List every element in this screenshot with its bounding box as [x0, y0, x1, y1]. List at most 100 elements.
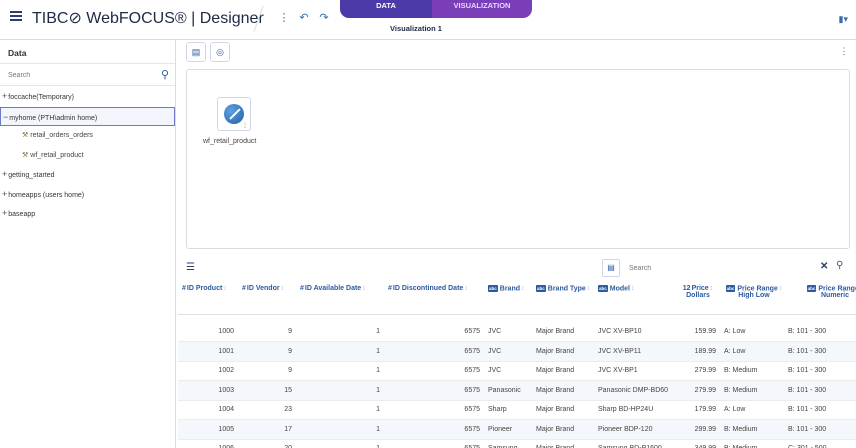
table-cell: 6575 — [384, 439, 484, 448]
close-icon[interactable]: ✕ — [820, 261, 828, 272]
tree-item-label: baseapp — [8, 211, 36, 218]
table-cell: 1004 — [178, 400, 238, 420]
more-vertical-icon[interactable]: ⋮ — [242, 122, 248, 129]
numeric-type-icon: # — [242, 285, 246, 292]
table-cell: 1002 — [178, 361, 238, 381]
column-header-label: Price — [691, 285, 709, 292]
tree-item[interactable]: +homeapps (users home) — [0, 185, 175, 205]
data-source-tile[interactable]: ⋮ — [217, 97, 251, 131]
table-cell: 1006 — [178, 439, 238, 448]
tree-item-label: retail_orders_orders — [30, 132, 93, 139]
search-icon[interactable]: ⚲ — [161, 68, 169, 81]
sort-icon[interactable]: ↕ — [521, 285, 525, 292]
sort-icon[interactable]: ↕ — [631, 285, 635, 292]
text-type-icon: abc — [725, 285, 736, 292]
tree-item-label: getting_started — [8, 172, 55, 179]
table-cell: 189.99 — [672, 341, 720, 362]
collapse-icon[interactable]: − — [3, 112, 8, 122]
expand-icon[interactable]: + — [2, 169, 7, 179]
table-row[interactable]: 1000 9 1 6575 JVC Major Brand JVC XV-BP10 159.9… — [178, 322, 856, 342]
expand-icon[interactable]: + — [2, 91, 7, 101]
column-header[interactable]: #ID Vendor↕ — [238, 280, 296, 315]
tab-visualization[interactable]: VISUALIZATION — [432, 0, 532, 18]
app-header: TIBC⊘ WebFOCUS® | Designer ⋮ ↶ ↷ DATA VI… — [0, 0, 856, 40]
table-cell: 9 — [238, 341, 296, 362]
table-cell: 349.99 — [672, 439, 720, 448]
table-row[interactable]: 1004 23 1 6575 Sharp Major Brand Sharp BD-HP24… — [178, 400, 856, 420]
table-cell: B: 101 - 300 — [784, 322, 856, 342]
sort-icon[interactable]: ↕ — [362, 285, 366, 292]
add-field-icon[interactable]: ▤ — [602, 259, 620, 277]
table-cell: Major Brand — [532, 380, 594, 401]
join-icon[interactable]: ◎ — [210, 42, 230, 62]
tree-item[interactable]: +baseapp — [0, 204, 175, 224]
column-header-sublabel: Dollars — [686, 292, 710, 299]
table-cell: 299.99 — [672, 419, 720, 440]
table-row[interactable]: 10062016575SamsungMajor BrandSamsung BD-… — [178, 439, 856, 448]
table-cell: 9 — [238, 361, 296, 381]
table-cell: B: Medium — [720, 361, 784, 381]
tab-data[interactable]: DATA — [340, 0, 432, 18]
column-header[interactable]: #ID Available Date↕ — [296, 280, 384, 315]
table-cell: 6575 — [384, 361, 484, 381]
column-header-label: ID Vendor — [246, 285, 280, 292]
table-row[interactable]: 1002 9 1 6575 JVC Major Brand JVC XV-BP1 279.99… — [178, 361, 856, 381]
table-cell: 1001 — [178, 341, 238, 362]
sort-icon[interactable]: ↕ — [710, 285, 714, 292]
tree-item[interactable]: −myhome (PTH\admin home) — [0, 106, 175, 126]
sort-icon[interactable]: ↕ — [281, 285, 285, 292]
table-cell: 1 — [296, 439, 384, 448]
sort-icon[interactable]: ↕ — [223, 285, 227, 292]
undo-icon[interactable]: ↶ — [298, 11, 310, 24]
table-cell: 6575 — [384, 400, 484, 420]
add-data-icon[interactable]: ▤ — [186, 42, 206, 62]
text-type-icon: abc — [536, 285, 546, 292]
redo-icon[interactable]: ↷ — [318, 11, 330, 24]
sort-icon[interactable]: ↕ — [779, 285, 783, 292]
data-search-input[interactable] — [4, 67, 154, 83]
data-search: ⚲ — [0, 64, 175, 86]
table-cell: Major Brand — [532, 322, 594, 342]
column-header[interactable]: abcPrice Range↕Numeric — [784, 280, 856, 315]
table-row[interactable]: 1001 9 1 6575 JVC Major Brand JVC XV-BP11 189.9… — [178, 341, 856, 362]
more-vertical-icon[interactable]: ⋮ — [838, 42, 850, 62]
column-header-label: ID Available Date — [304, 285, 362, 292]
column-header[interactable]: #ID Discontinued Date↕ — [384, 280, 484, 315]
table-row[interactable]: 1005 17 1 6575 Pioneer Major Brand Pioneer BDP… — [178, 419, 856, 440]
column-header[interactable]: abc Brand Type↕ — [532, 280, 594, 315]
tree-item[interactable]: +getting_started — [0, 165, 175, 185]
sort-icon[interactable]: ↕ — [464, 285, 468, 292]
table-cell: A: Low — [720, 341, 784, 362]
column-header[interactable]: #ID Product↕ — [178, 280, 238, 315]
grid-search-input[interactable] — [623, 261, 813, 275]
table-cell: 279.99 — [672, 380, 720, 401]
tree-item[interactable]: ⚒ wf_retail_product — [0, 146, 175, 166]
hamburger-icon[interactable] — [10, 11, 22, 21]
visualization-title[interactable]: Visualization 1 — [390, 24, 442, 33]
user-menu-icon[interactable]: ▮▾ — [839, 14, 848, 25]
table-cell: 6575 — [384, 380, 484, 401]
table-cell: B: 101 - 300 — [784, 419, 856, 440]
column-header[interactable]: abc Model↕ — [594, 280, 672, 315]
hamburger-icon[interactable]: ☰ — [186, 262, 195, 273]
table-cell: C: 301 - 500 — [784, 439, 856, 448]
table-cell: 15 — [238, 380, 296, 401]
table-cell: 20 — [238, 439, 296, 448]
table-cell: 1 — [296, 361, 384, 381]
column-header[interactable]: abc Price Range↕ High Low — [720, 280, 784, 315]
table-row[interactable]: 1003 15 1 6575 Panasonic Major Brand Panasonic… — [178, 380, 856, 401]
tree-item[interactable]: ⚒ retail_orders_orders — [0, 126, 175, 146]
table-cell: A: Low — [720, 322, 784, 342]
column-header[interactable]: abc Brand↕ — [484, 280, 532, 315]
search-icon[interactable]: ⚲ — [836, 260, 843, 271]
tree-item-label: homeapps (users home) — [8, 191, 85, 199]
expand-icon[interactable]: + — [2, 189, 7, 199]
sort-icon[interactable]: ↕ — [587, 285, 591, 292]
tree-item[interactable]: +foccache(Temporary) — [0, 87, 175, 107]
column-header[interactable]: 12Price↕ Dollars — [672, 280, 720, 315]
table-cell: JVC XV-BP10 — [594, 322, 672, 342]
table-cell: 1 — [296, 322, 384, 342]
more-vertical-icon[interactable]: ⋮ — [278, 11, 290, 24]
table-cell: 6575 — [384, 322, 484, 342]
expand-icon[interactable]: + — [2, 208, 7, 218]
